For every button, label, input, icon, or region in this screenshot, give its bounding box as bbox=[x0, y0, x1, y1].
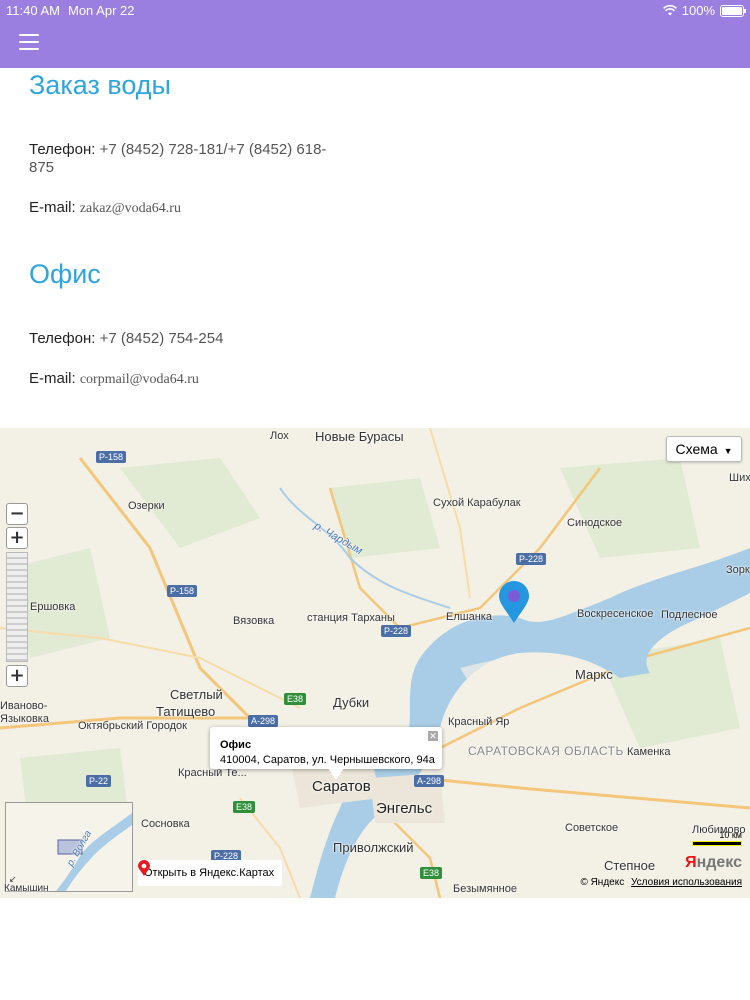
hamburger-menu-icon[interactable] bbox=[19, 34, 39, 52]
phone-label: Телефон: bbox=[29, 141, 96, 158]
phone-value[interactable]: +7 (8452) 754-254 bbox=[100, 330, 224, 347]
yandex-logo: Яндекс bbox=[685, 854, 742, 871]
place-marks: Маркс bbox=[575, 667, 613, 682]
wifi-icon bbox=[662, 5, 677, 16]
place-svetly: Светлый bbox=[170, 687, 223, 702]
yandex-map[interactable]: Лох Новые Бурасы Озерки Сухой Карабулак … bbox=[0, 428, 750, 898]
place-tarkhany: станция Тарханы bbox=[307, 612, 395, 624]
balloon-close-icon[interactable]: ✕ bbox=[428, 731, 438, 741]
road-e38: E38 bbox=[284, 693, 307, 705]
place-sinodskoe: Синодское bbox=[567, 517, 623, 529]
place-ershovka: Ершовка bbox=[30, 601, 76, 613]
section-title-office: Офис bbox=[29, 259, 101, 289]
place-vyazovka: Вязовка bbox=[233, 615, 275, 627]
road-r22: Р-22 bbox=[86, 775, 112, 787]
battery-percent: 100% bbox=[681, 3, 715, 18]
zoom-in-button[interactable]: + bbox=[6, 527, 28, 549]
place-ivanovo-yazykovka: Иваново-Языковка bbox=[0, 700, 49, 725]
status-time: 11:40 AM bbox=[6, 3, 60, 18]
email-label: E-mail: bbox=[29, 370, 76, 387]
place-kamenka: Каменка bbox=[627, 746, 671, 758]
balloon-address: 410004, Саратов, ул. Чернышевского, 94а bbox=[220, 754, 435, 766]
place-privolzhsky: Приволжский bbox=[333, 840, 414, 855]
caret-down-icon: ▼ bbox=[723, 446, 733, 456]
place-voskresenskoe: Воскресенское bbox=[577, 608, 654, 620]
road-e38: E38 bbox=[420, 867, 443, 879]
overview-minimap[interactable]: р. Волга Камышин ↙ bbox=[4, 802, 133, 894]
place-sovetskoe: Советское bbox=[565, 822, 619, 834]
map-type-label: Схема bbox=[675, 441, 718, 457]
place-elshanka: Елшанка bbox=[446, 611, 492, 623]
place-novye-burasy: Новые Бурасы bbox=[315, 429, 404, 444]
status-date: Mon Apr 22 bbox=[68, 3, 135, 18]
zoom-slider[interactable] bbox=[6, 552, 28, 662]
road-a298: А-298 bbox=[248, 715, 279, 727]
open-in-yandex-maps-label: Открыть в Яндекс.Картах bbox=[144, 867, 275, 879]
app-header bbox=[0, 22, 750, 68]
open-in-yandex-maps-link[interactable]: Открыть в Яндекс.Картах bbox=[138, 860, 283, 886]
place-ozerki: Озерки bbox=[128, 500, 165, 512]
place-shikhany: Шихо bbox=[729, 472, 750, 484]
battery-icon bbox=[720, 4, 746, 17]
place-zork: Зорк bbox=[726, 564, 750, 576]
balloon-title: Офис bbox=[220, 739, 252, 751]
section-title-water-order: Заказ воды bbox=[29, 70, 171, 100]
email-value[interactable]: zakaz@voda64.ru bbox=[80, 201, 181, 216]
status-right: 100% bbox=[662, 3, 746, 18]
place-krasny-yar: Красный Яр bbox=[448, 716, 510, 728]
map-scale: 10 км bbox=[692, 830, 742, 846]
road-a298: А-298 bbox=[414, 775, 445, 787]
zoom-out-button[interactable]: − bbox=[6, 503, 28, 525]
water-order-phone: Телефон: +7 (8452) 728-181/+7 (8452) 618… bbox=[29, 141, 349, 177]
water-order-email: E-mail: zakaz@voda64.ru bbox=[29, 199, 181, 217]
map-scale-label: 10 км bbox=[719, 830, 742, 840]
terms-of-use-link[interactable]: Условия использования bbox=[631, 877, 742, 888]
place-dubki: Дубки bbox=[333, 695, 370, 710]
place-oktyabrsky: Октябрьский Городок bbox=[78, 720, 187, 732]
email-label: E-mail: bbox=[29, 199, 76, 216]
office-email: E-mail: corpmail@voda64.ru bbox=[29, 370, 199, 388]
road-r228: Р-228 bbox=[381, 625, 412, 637]
office-balloon: Офис 410004, Саратов, ул. Чернышевского,… bbox=[210, 727, 442, 780]
email-value[interactable]: corpmail@voda64.ru bbox=[80, 372, 199, 387]
road-r228: Р-228 bbox=[516, 553, 547, 565]
zoom-in-button-bottom[interactable]: + bbox=[6, 665, 28, 687]
copyright-text: © Яндекс bbox=[580, 877, 625, 888]
place-lokh: Лох bbox=[270, 430, 289, 442]
place-sosnovka: Сосновка bbox=[141, 818, 190, 830]
road-r158: Р-158 bbox=[96, 451, 127, 463]
map-copyright: © Яндекс Условия использования bbox=[580, 877, 742, 888]
place-region: САРАТОВСКАЯ ОБЛАСТЬ bbox=[468, 744, 624, 758]
map-type-selector[interactable]: Схема ▼ bbox=[666, 436, 742, 462]
place-saratov: Саратов bbox=[312, 778, 371, 795]
road-r158: Р-158 bbox=[167, 585, 198, 597]
zoom-control: − + + bbox=[6, 503, 28, 687]
road-e38: E38 bbox=[233, 801, 256, 813]
office-phone: Телефон: +7 (8452) 754-254 bbox=[29, 330, 223, 347]
status-bar: 11:40 AM Mon Apr 22 100% bbox=[0, 0, 750, 22]
minimap-collapse-icon[interactable]: ↙ bbox=[9, 875, 17, 885]
map-marker-icon bbox=[138, 860, 150, 876]
phone-label: Телефон: bbox=[29, 330, 96, 347]
place-bezymyannoe: Безымянное bbox=[453, 883, 517, 895]
place-engels: Энгельс bbox=[376, 800, 433, 817]
place-sukhoy-karabulak: Сухой Карабулак bbox=[433, 497, 521, 509]
place-tatishchevo: Татищево bbox=[156, 704, 216, 719]
place-stepnoe: Степное bbox=[604, 858, 656, 873]
place-podlesnoe: Подлесное bbox=[661, 609, 718, 621]
